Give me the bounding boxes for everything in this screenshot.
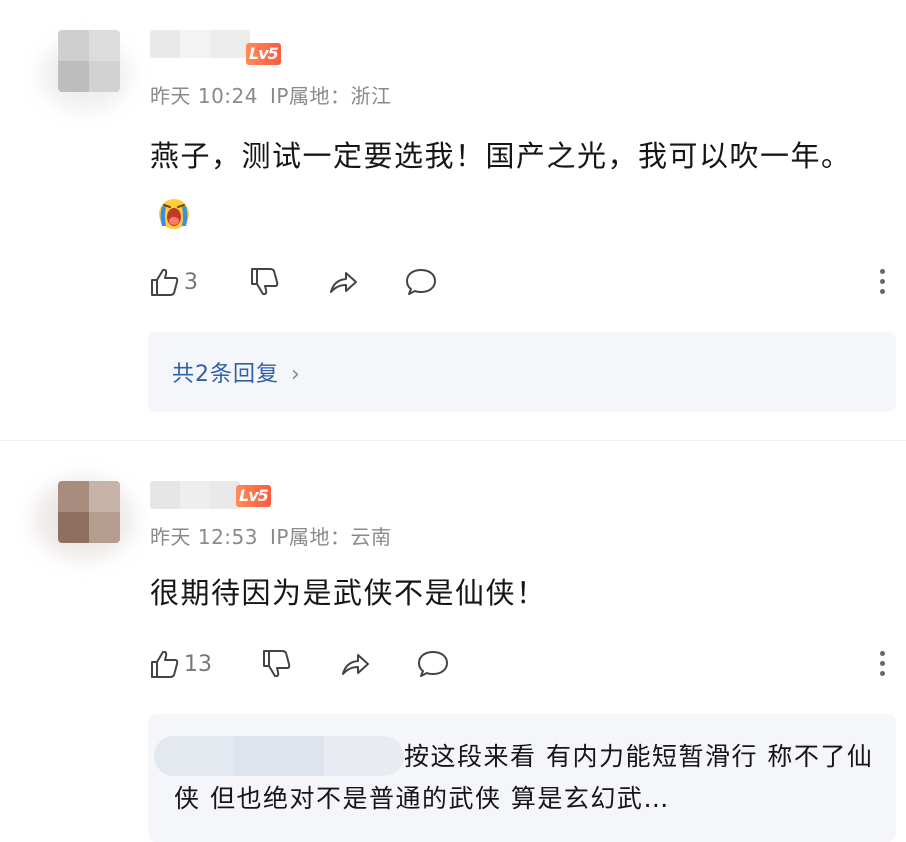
- action-bar: 3: [148, 264, 888, 300]
- replies-count-label: 共2条回复: [172, 362, 279, 387]
- thumbs-down-icon: [263, 650, 291, 678]
- reply-button[interactable]: [404, 264, 438, 300]
- comment-meta: 昨天 10:24 IP属地：浙江: [150, 80, 391, 109]
- comment-time: 昨天 12:53: [150, 525, 258, 549]
- like-button[interactable]: 3: [148, 264, 198, 300]
- comment-bubble-icon: [418, 651, 448, 677]
- dislike-button[interactable]: [248, 264, 282, 300]
- comment-time: 昨天 10:24: [150, 84, 258, 108]
- chevron-right-icon: ›: [291, 362, 301, 387]
- reply-preview-box[interactable]: 按这段来看 有内力能短暂滑行 称不了仙侠 但也绝对不是普通的武侠 算是玄幻武…: [148, 714, 896, 842]
- reply-button[interactable]: [416, 646, 450, 682]
- reply-preview-text: 按这段来看 有内力能短暂滑行 称不了仙侠 但也绝对不是普通的武侠 算是玄幻武…: [174, 742, 874, 813]
- replies-box[interactable]: 共2条回复 ›: [148, 332, 896, 412]
- like-count: 3: [184, 269, 198, 295]
- share-button[interactable]: [338, 646, 372, 682]
- share-button[interactable]: [326, 264, 360, 300]
- more-vertical-icon[interactable]: [876, 648, 888, 680]
- comment-item: Lv5 昨天 10:24 IP属地：浙江 燕子，测试一定要选我！国产之光，我可以吹…: [0, 0, 906, 440]
- crying-face-emoji: [159, 199, 189, 229]
- ip-region: 云南: [350, 525, 392, 549]
- level-badge: Lv5: [236, 485, 271, 507]
- action-bar: 13: [148, 646, 888, 682]
- share-icon: [330, 272, 357, 293]
- share-icon: [342, 654, 369, 675]
- thumbs-up-icon: [151, 268, 179, 296]
- thumbs-down-icon: [251, 268, 279, 296]
- ip-label: IP属地：: [270, 84, 351, 108]
- comment-meta: 昨天 12:53 IP属地：云南: [150, 521, 391, 550]
- username-blurred[interactable]: [150, 481, 240, 509]
- more-vertical-icon[interactable]: [876, 266, 888, 298]
- like-count: 13: [184, 651, 212, 677]
- level-badge: Lv5: [246, 43, 281, 65]
- thumbs-up-icon: [151, 650, 179, 678]
- comment-item: Lv5 昨天 12:53 IP属地：云南 很期待因为是武侠不是仙侠！ 13 按这段…: [0, 441, 906, 842]
- comment-text-body: 燕子，测试一定要选我！国产之光，我可以吹一年。: [150, 139, 852, 173]
- like-button[interactable]: 13: [148, 646, 212, 682]
- avatar[interactable]: [58, 30, 120, 92]
- ip-label: IP属地：: [270, 525, 351, 549]
- ip-region: 浙江: [350, 84, 392, 108]
- avatar[interactable]: [58, 481, 120, 543]
- comment-text: 很期待因为是武侠不是仙侠！: [150, 576, 547, 610]
- dislike-button[interactable]: [260, 646, 294, 682]
- comment-bubble-icon: [406, 269, 436, 295]
- comment-text: 燕子，测试一定要选我！国产之光，我可以吹一年。: [150, 128, 870, 240]
- username-blurred[interactable]: [150, 30, 250, 58]
- view-replies-link[interactable]: 共2条回复 ›: [172, 356, 301, 388]
